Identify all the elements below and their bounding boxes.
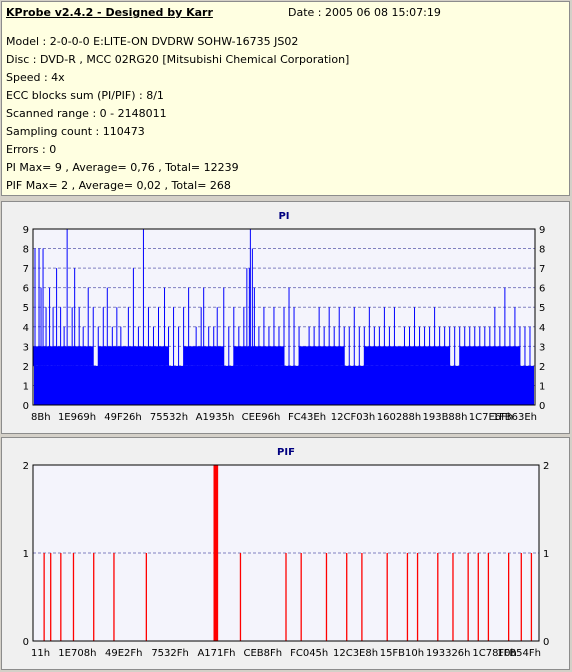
pi-y-tick-right: 9 xyxy=(539,225,545,236)
pif-x-tick: 1FB54Fh xyxy=(497,648,541,659)
pif-chart-title: PIF xyxy=(277,447,295,458)
pi-level-bar xyxy=(364,346,450,366)
pi-x-tick: 1E969h xyxy=(58,412,96,423)
pi-y-tick-right: 7 xyxy=(539,264,545,275)
pi-x-tick: A1935h xyxy=(196,412,235,423)
pi-level-bar xyxy=(33,346,94,366)
pi-y-tick-right: 5 xyxy=(539,303,545,314)
pi-y-tick-left: 1 xyxy=(23,381,29,392)
pi-y-tick-left: 7 xyxy=(23,264,29,275)
pif-chart-panel: PIF 0 0 1 1 2 2 11h 1E708h 49E2Fh 7532Fh A171Fh CEB8… xyxy=(1,437,570,670)
pif-chart: PIF 0 0 1 1 2 2 11h 1E708h 49E2Fh 7532Fh A171Fh CEB8… xyxy=(23,447,550,659)
pi-x-tick: 160288h xyxy=(377,412,422,423)
info-model: Model : 2-0-0-0 E:LITE-ON DVDRW SOHW-167… xyxy=(6,35,299,48)
pi-y-tick-left: 3 xyxy=(23,342,29,353)
pif-x-tick: 49E2Fh xyxy=(105,648,143,659)
app-title: KProbe v2.4.2 - Designed by Karr xyxy=(6,6,213,19)
pi-x-tick: 193B88h xyxy=(422,412,467,423)
pi-y-tick-left: 4 xyxy=(23,323,29,334)
info-sampling-count: Sampling count : 110473 xyxy=(6,125,145,138)
info-speed: Speed : 4x xyxy=(6,71,65,84)
pif-x-tick: 11h xyxy=(31,648,50,659)
pi-x-tick: 8Bh xyxy=(31,412,51,423)
info-scanned-range: Scanned range : 0 - 2148011 xyxy=(6,107,167,120)
pi-y-tick-right: 2 xyxy=(539,362,545,373)
pif-y-tick-left: 2 xyxy=(23,461,29,472)
info-pi-stats: PI Max= 9 , Average= 0,76 , Total= 12239 xyxy=(6,161,239,174)
pi-y-tick-right: 4 xyxy=(539,323,545,334)
pi-x-tick: 75532h xyxy=(150,412,188,423)
pif-x-tick: 12C3E8h xyxy=(333,648,378,659)
pi-chart-title: PI xyxy=(278,211,289,222)
info-panel: KProbe v2.4.2 - Designed by Karr Date : … xyxy=(1,1,570,196)
pif-y-tick-right: 1 xyxy=(543,549,549,560)
pif-x-tick: 15FB10h xyxy=(380,648,424,659)
pi-y-tick-left: 2 xyxy=(23,362,29,373)
info-ecc-blocks: ECC blocks sum (PI/PIF) : 8/1 xyxy=(6,89,164,102)
pif-y-tick-left: 0 xyxy=(23,637,29,648)
pif-y-tick-right: 2 xyxy=(543,461,549,472)
pif-bar-peak xyxy=(214,465,219,641)
pi-chart: PI 0 0 1 1 2 2 3 3 4 4 5 5 6 6 7 7 8 8 9 9 8Bh 1E969h 49F26h 755… xyxy=(23,211,546,423)
pif-x-tick: 193326h xyxy=(426,648,471,659)
pi-x-tick: CEE96h xyxy=(242,412,281,423)
pi-y-tick-right: 8 xyxy=(539,245,545,256)
pif-x-tick: 1E708h xyxy=(58,648,96,659)
pi-level-bar xyxy=(299,346,345,366)
pi-y-tick-left: 8 xyxy=(23,245,29,256)
info-errors: Errors : 0 xyxy=(6,143,57,156)
pi-chart-panel: PI 0 0 1 1 2 2 3 3 4 4 5 5 6 6 7 7 8 8 9 9 8Bh 1E969h 49F26h 755… xyxy=(1,201,570,434)
pi-y-tick-right: 6 xyxy=(539,284,545,295)
pif-y-tick-left: 1 xyxy=(23,549,29,560)
scan-date: Date : 2005 06 08 15:07:19 xyxy=(288,6,441,19)
pif-y-tick-right: 0 xyxy=(543,637,549,648)
pi-x-tick: 12CF03h xyxy=(331,412,376,423)
pi-y-tick-right: 3 xyxy=(539,342,545,353)
pi-y-tick-left: 0 xyxy=(23,401,29,412)
pi-y-tick-right: 0 xyxy=(539,401,545,412)
pif-x-tick: 7532Fh xyxy=(151,648,189,659)
info-pif-stats: PIF Max= 2 , Average= 0,02 , Total= 268 xyxy=(6,179,231,192)
info-disc: Disc : DVD-R , MCC 02RG20 [Mitsubishi Ch… xyxy=(6,53,350,66)
pi-y-tick-right: 1 xyxy=(539,381,545,392)
pif-x-tick: FC045h xyxy=(290,648,328,659)
pi-y-tick-left: 9 xyxy=(23,225,29,236)
pi-y-tick-left: 5 xyxy=(23,303,29,314)
pif-x-tick: CEB8Fh xyxy=(244,648,283,659)
pif-x-tick: A171Fh xyxy=(197,648,235,659)
pi-y-tick-left: 6 xyxy=(23,284,29,295)
pi-x-tick: FC43Eh xyxy=(288,412,326,423)
pi-x-tick: 1FB63Eh xyxy=(493,412,537,423)
pi-x-tick: 49F26h xyxy=(104,412,142,423)
